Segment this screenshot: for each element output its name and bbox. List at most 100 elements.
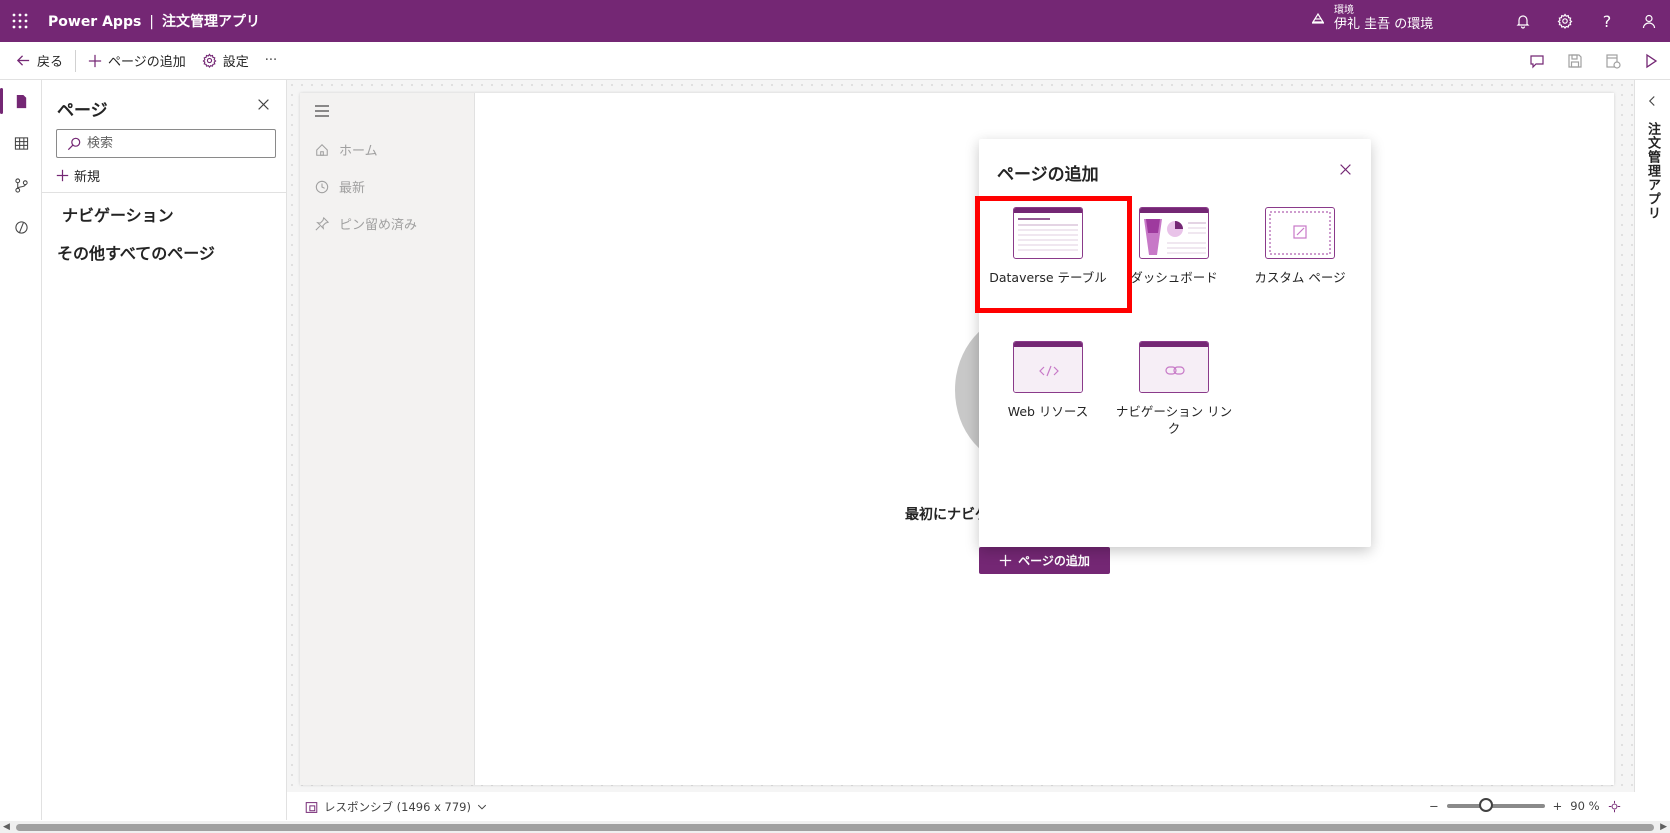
tile-dataverse-table-label: Dataverse テーブル [989, 270, 1107, 285]
app-nav-recent: 最新 [315, 177, 365, 196]
user-icon [1641, 13, 1657, 29]
add-page-command-label: ページの追加 [108, 55, 186, 70]
clock-icon [315, 180, 329, 194]
responsive-icon [305, 801, 318, 814]
properties-pane: 注文管理アプリ [1634, 80, 1670, 792]
rail-solutions[interactable] [0, 206, 42, 248]
comment-icon [1529, 53, 1545, 69]
properties-pane-title: 注文管理アプリ [1645, 122, 1660, 220]
settings-button[interactable] [1544, 0, 1586, 42]
tile-dashboard[interactable]: ダッシュボード [1111, 207, 1237, 317]
save-icon [1567, 53, 1583, 69]
dashboard-icon [1139, 207, 1209, 259]
settings-command[interactable]: 設定 [194, 42, 257, 80]
product-name: Power Apps [48, 14, 142, 30]
code-component-icon [14, 220, 29, 235]
app-nav-pinned-label: ピン留め済み [339, 218, 418, 233]
rail-pages[interactable] [0, 80, 42, 122]
horizontal-scrollbar[interactable]: ◀ ▶ [0, 821, 1670, 833]
table-icon [14, 136, 29, 151]
more-commands-button[interactable]: ··· [257, 42, 285, 80]
rail-data[interactable] [0, 122, 42, 164]
command-divider [75, 49, 77, 72]
more-icon: ··· [264, 53, 278, 68]
scroll-right-icon[interactable]: ▶ [1660, 822, 1667, 832]
fit-to-screen-icon[interactable] [1608, 800, 1621, 813]
table-icon [1013, 207, 1083, 259]
pages-panel-title: ページ [57, 101, 108, 121]
publish-icon [1605, 53, 1621, 69]
rail-automation[interactable] [0, 164, 42, 206]
save-button[interactable] [1556, 42, 1594, 80]
app-nav-home: ホーム [315, 140, 378, 159]
brand-separator: | [149, 14, 155, 30]
zoom-slider-thumb[interactable] [1478, 798, 1493, 812]
tile-web-resource[interactable]: Web リソース [985, 341, 1111, 451]
expand-pane-button[interactable] [1646, 95, 1658, 107]
pages-panel: ページ 新規 ナビゲーション その他すべてのページ [42, 80, 287, 820]
environment-icon [1310, 10, 1326, 26]
tile-dashboard-label: ダッシュボード [1130, 270, 1218, 285]
plus-icon [88, 54, 102, 68]
app-brand: Power Apps | 注文管理アプリ [48, 11, 260, 31]
home-icon [315, 143, 329, 157]
tile-web-resource-label: Web リソース [1007, 404, 1089, 419]
layout-selector[interactable]: レスポンシブ (1496 x 779) [305, 799, 487, 815]
app-nav-home-label: ホーム [339, 144, 378, 159]
pin-icon [315, 216, 329, 231]
tile-custom-page[interactable]: カスタム ページ [1237, 207, 1363, 317]
all-other-pages-heading[interactable]: その他すべてのページ [57, 240, 215, 264]
tile-navigation-link-label: ナビゲーション リンク [1115, 404, 1233, 436]
custom-page-icon [1265, 207, 1335, 259]
pages-divider [42, 192, 287, 193]
search-input[interactable] [87, 136, 267, 151]
dialog-title: ページの追加 [997, 165, 1099, 185]
bell-icon [1515, 13, 1531, 29]
publish-button[interactable] [1594, 42, 1632, 80]
zoom-slider[interactable] [1446, 798, 1545, 812]
add-page-button[interactable]: ページの追加 [979, 547, 1110, 574]
tile-navigation-link[interactable]: ナビゲーション リンク [1111, 341, 1237, 451]
back-button[interactable]: 戻る [8, 42, 71, 80]
app-launcher-icon[interactable] [0, 0, 40, 42]
new-page-label: 新規 [74, 170, 101, 185]
account-button[interactable] [1628, 0, 1670, 42]
app-sitemap-nav: ホーム 最新 ピン留め済み [300, 93, 475, 785]
play-button[interactable] [1632, 42, 1670, 80]
dialog-close-button[interactable] [1339, 163, 1352, 176]
comments-button[interactable] [1518, 42, 1556, 80]
navigation-section-heading[interactable]: ナビゲーション [62, 202, 174, 226]
page-icon [14, 94, 29, 109]
command-bar: 戻る ページの追加 設定 ··· [0, 42, 1670, 80]
left-rail [0, 80, 42, 820]
plus-icon [999, 554, 1012, 567]
new-page-button[interactable]: 新規 [56, 166, 100, 185]
hamburger-icon[interactable] [315, 105, 329, 117]
scrollbar-thumb[interactable] [16, 824, 1654, 831]
add-page-command[interactable]: ページの追加 [80, 42, 194, 80]
scroll-left-icon[interactable]: ◀ [3, 822, 10, 832]
close-pages-panel-button[interactable] [257, 98, 270, 111]
environment-name: 伊礼 圭吾 の環境 [1334, 17, 1434, 32]
help-button[interactable]: ? [1586, 0, 1628, 42]
app-header: Power Apps | 注文管理アプリ 環境 伊礼 圭吾 の環境 ? [0, 0, 1670, 42]
zoom-in-button[interactable]: + [1553, 799, 1563, 813]
arrow-left-icon [16, 53, 31, 68]
plus-icon [56, 169, 69, 182]
environment-picker[interactable]: 環境 伊礼 圭吾 の環境 [1310, 4, 1433, 32]
pages-search-box[interactable] [56, 129, 276, 158]
app-name: 注文管理アプリ [162, 14, 261, 30]
tile-custom-page-label: カスタム ページ [1254, 270, 1346, 285]
zoom-control: − + 90 % [1429, 798, 1621, 813]
branch-icon [14, 177, 29, 193]
gear-icon [1557, 13, 1573, 29]
tile-dataverse-table[interactable]: Dataverse テーブル [985, 207, 1111, 317]
play-icon [1643, 53, 1659, 69]
search-icon [67, 137, 81, 151]
notifications-button[interactable] [1502, 0, 1544, 42]
zoom-out-button[interactable]: − [1429, 799, 1439, 813]
back-label: 戻る [37, 55, 64, 70]
empty-state-text: 最初にナビゲ [905, 507, 989, 523]
status-bar: レスポンシブ (1496 x 779) − + 90 % [287, 796, 1634, 820]
close-icon [1339, 163, 1352, 176]
